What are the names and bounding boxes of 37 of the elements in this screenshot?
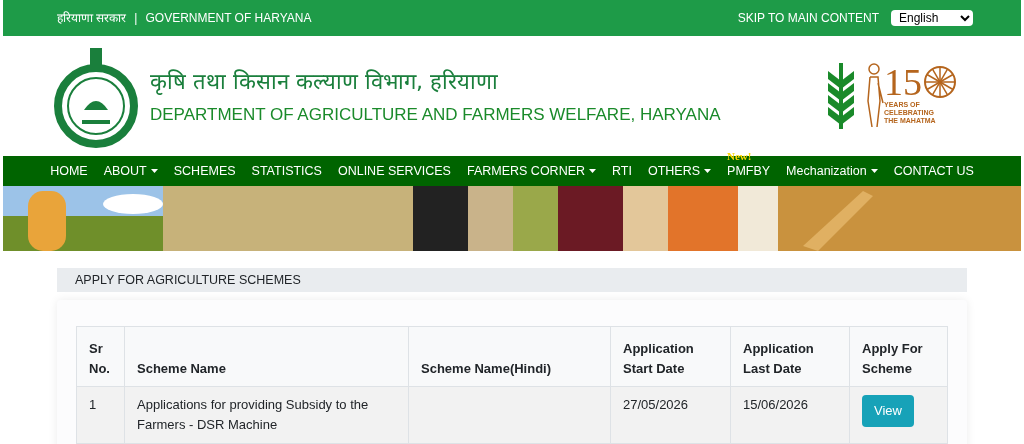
anniversary-number: 15 (884, 63, 922, 101)
skip-link[interactable]: SKIP TO MAIN CONTENT (737, 9, 879, 27)
nav-link[interactable]: FARMERS CORNER (466, 161, 597, 181)
nav-link[interactable]: RTI (612, 161, 632, 181)
section-title: APPLY FOR AGRICULTURE SCHEMES (75, 271, 301, 289)
nav-link[interactable]: ONLINE SERVICES (337, 161, 451, 181)
government-hindi: हरियाणा सरकार (57, 10, 127, 27)
caret-icon (870, 169, 878, 173)
table-cell: Applications for providing Subsidy to the Farmers - DSR Machine (124, 386, 409, 444)
column-header: Application Start Date (610, 326, 731, 387)
column-header: Application Last Date (730, 326, 850, 387)
caret-icon (589, 169, 597, 173)
nav-link[interactable]: HOME (50, 161, 88, 181)
figure-icon (864, 63, 884, 129)
caret-icon (704, 169, 712, 173)
nav-link[interactable]: STATISTICS (251, 161, 322, 181)
language-select[interactable]: English (891, 10, 973, 26)
government-label: GOVERNMENT OF HARYANA (145, 10, 312, 27)
nav-link[interactable]: Mechanization (786, 161, 878, 181)
nav-link[interactable]: OTHERS (647, 161, 712, 181)
column-header: Apply For Scheme (849, 326, 948, 387)
nav-link[interactable]: SCHEMES (173, 161, 236, 181)
table-cell: 1 (76, 386, 125, 444)
wheel-icon (922, 64, 958, 100)
caret-icon (150, 169, 158, 173)
wheat-logo (826, 61, 856, 131)
column-header: Scheme Name(Hindi) (408, 326, 611, 387)
new-label: New! (727, 150, 752, 162)
separator: | (134, 10, 138, 27)
nav-link[interactable]: ABOUT (103, 161, 158, 181)
nav-link[interactable]: CONTACT US (893, 161, 974, 181)
column-header: Scheme Name (124, 326, 409, 387)
table-cell: 15/06/2026 (730, 386, 850, 444)
column-header: Sr No. (76, 326, 125, 387)
department-title: DEPARTMENT OF AGRICULTURE AND FARMERS WELFARE, HARYANA (150, 103, 721, 126)
table-cell: 27/05/2026 (610, 386, 731, 444)
department-title-hindi: कृषि तथा किसान कल्याण विभाग, हरियाणा (150, 67, 499, 97)
